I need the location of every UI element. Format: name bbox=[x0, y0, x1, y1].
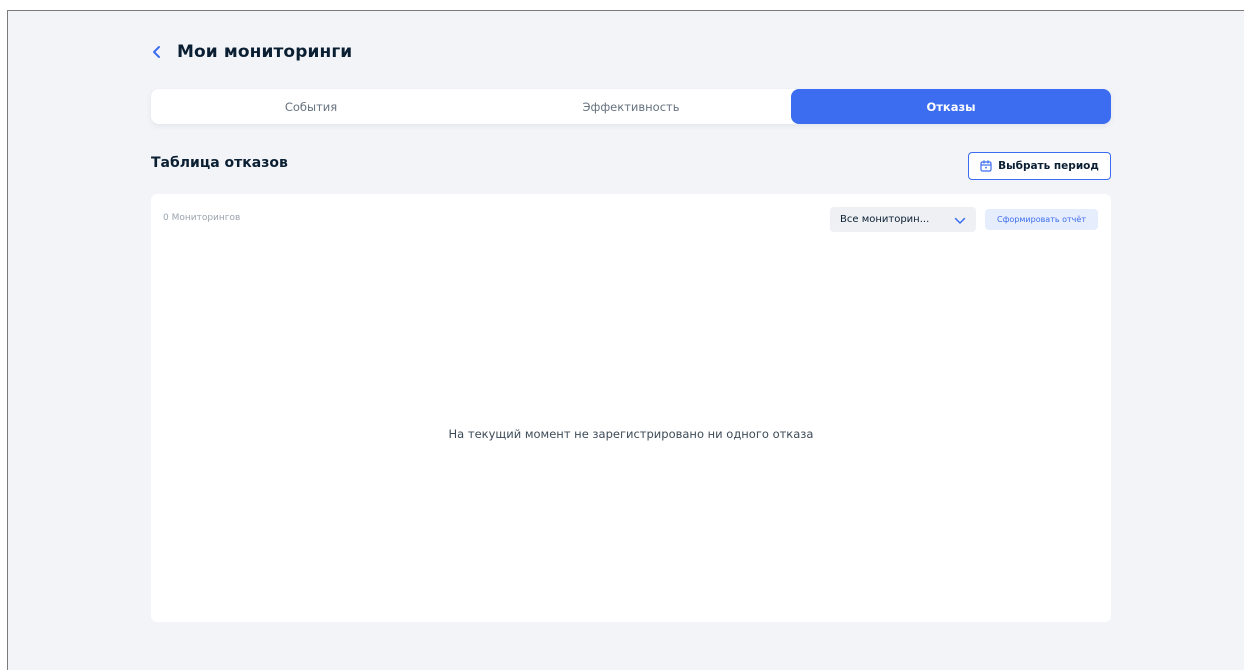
tab-events[interactable]: События bbox=[151, 89, 471, 124]
page-header: Мои мониторинги bbox=[151, 38, 352, 66]
page-title: Мои мониторинги bbox=[177, 42, 353, 62]
monitoring-filter-select[interactable]: Все мониторин... bbox=[830, 207, 976, 232]
chevron-left-icon[interactable] bbox=[151, 39, 177, 65]
tab-failures[interactable]: Отказы bbox=[791, 89, 1111, 124]
calendar-icon bbox=[980, 157, 992, 176]
monitoring-filter-value: Все мониторин... bbox=[840, 214, 930, 225]
select-period-label: Выбрать период bbox=[998, 160, 1099, 172]
select-period-button[interactable]: Выбрать период bbox=[968, 152, 1111, 180]
chevron-down-icon bbox=[954, 210, 966, 229]
failures-table-card: 0 Мониторингов Все мониторин... Сформиро… bbox=[151, 194, 1111, 622]
generate-report-button[interactable]: Сформировать отчёт bbox=[985, 209, 1098, 230]
empty-state-message: На текущий момент не зарегистрировано ни… bbox=[448, 427, 814, 441]
tab-bar: События Эффективность Отказы bbox=[151, 89, 1111, 124]
monitoring-count: 0 Мониторингов bbox=[163, 213, 241, 223]
tab-efficiency[interactable]: Эффективность bbox=[471, 89, 791, 124]
section-title: Таблица отказов bbox=[151, 155, 288, 171]
